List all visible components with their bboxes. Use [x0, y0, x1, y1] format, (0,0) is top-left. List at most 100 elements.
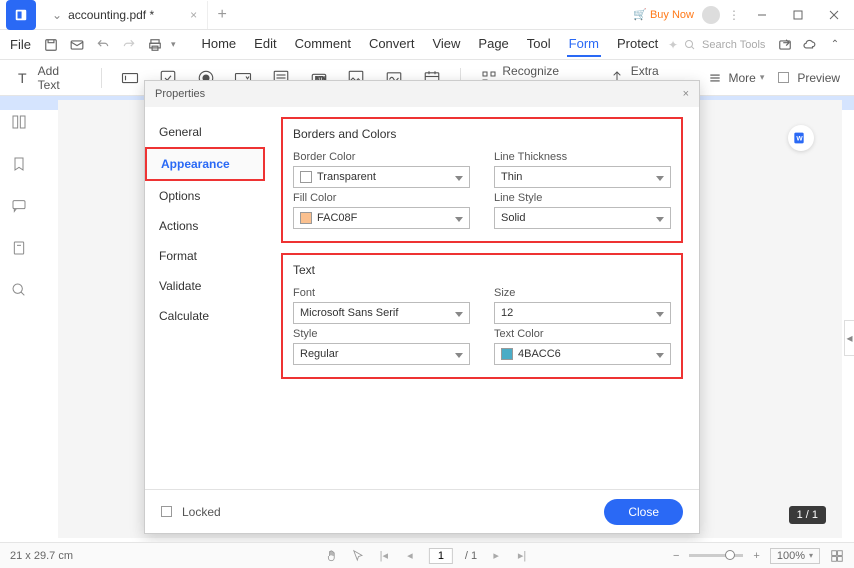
cloud-icon[interactable]: [802, 38, 820, 52]
tab-calculate[interactable]: Calculate: [145, 301, 265, 331]
hand-tool-icon[interactable]: [325, 549, 339, 563]
zoom-percent-select[interactable]: 100% ▾: [770, 548, 820, 564]
menu-page[interactable]: Page: [476, 32, 510, 57]
buy-now-link[interactable]: 🛒 Buy Now: [633, 8, 694, 21]
page-total: / 1: [465, 550, 477, 562]
maximize-button[interactable]: [784, 1, 812, 29]
tab-validate[interactable]: Validate: [145, 271, 265, 301]
tab-format[interactable]: Format: [145, 241, 265, 271]
more-menu-icon[interactable]: ⋮: [728, 8, 740, 22]
new-tab-button[interactable]: +: [208, 6, 236, 24]
menu-home[interactable]: Home: [199, 32, 238, 57]
border-color-select[interactable]: Transparent: [293, 166, 470, 188]
tab-appearance[interactable]: Appearance: [145, 147, 265, 181]
text-icon: T: [14, 68, 34, 88]
tab-options[interactable]: Options: [145, 181, 265, 211]
menu-protect[interactable]: Protect: [615, 32, 660, 57]
user-avatar[interactable]: [702, 6, 720, 24]
more-lines-icon: [705, 68, 725, 88]
save-icon[interactable]: [41, 35, 61, 55]
line-style-label: Line Style: [494, 192, 671, 204]
close-button[interactable]: Close: [604, 499, 683, 525]
menu-tool[interactable]: Tool: [525, 32, 553, 57]
first-page-icon[interactable]: |◂: [377, 549, 391, 562]
border-color-label: Border Color: [293, 151, 470, 163]
menu-convert[interactable]: Convert: [367, 32, 417, 57]
minimize-button[interactable]: [748, 1, 776, 29]
search-panel-icon[interactable]: [11, 282, 29, 300]
redo-icon[interactable]: [119, 35, 139, 55]
tab-general[interactable]: General: [145, 117, 265, 147]
prev-page-icon[interactable]: ◂: [403, 549, 417, 562]
line-style-select[interactable]: Solid: [494, 207, 671, 229]
zoom-out-icon[interactable]: −: [673, 550, 679, 562]
menu-form[interactable]: Form: [567, 32, 601, 57]
mail-icon[interactable]: [67, 35, 87, 55]
border-color-swatch: [300, 171, 312, 183]
menu-comment[interactable]: Comment: [293, 32, 353, 57]
tab-close-icon[interactable]: ×: [190, 8, 197, 22]
search-icon[interactable]: [684, 39, 696, 51]
zoom-in-icon[interactable]: +: [753, 550, 759, 562]
text-color-label: Text Color: [494, 328, 671, 340]
panel-title: Properties: [155, 88, 205, 100]
fit-page-icon[interactable]: [830, 549, 844, 563]
borders-colors-group: Borders and Colors Border Color Transpar…: [281, 117, 683, 243]
menu-edit[interactable]: Edit: [252, 32, 278, 57]
style-label: Style: [293, 328, 470, 340]
style-select[interactable]: Regular: [293, 343, 470, 365]
font-select[interactable]: Microsoft Sans Serif: [293, 302, 470, 324]
line-thickness-label: Line Thickness: [494, 151, 671, 163]
page-number-input[interactable]: [429, 548, 453, 564]
locked-toggle[interactable]: Locked: [161, 505, 221, 519]
attachment-icon[interactable]: [11, 240, 29, 258]
print-icon[interactable]: [145, 35, 165, 55]
preview-toggle[interactable]: Preview: [778, 71, 840, 85]
font-label: Font: [293, 287, 470, 299]
search-input-placeholder[interactable]: Search Tools: [702, 39, 772, 51]
file-menu[interactable]: File: [10, 37, 31, 52]
bookmark-icon[interactable]: [11, 156, 29, 174]
toolbar-divider: [101, 68, 102, 88]
comment-icon[interactable]: [11, 198, 29, 216]
thumbnails-icon[interactable]: [11, 114, 29, 132]
properties-panel: Properties × General Appearance Options …: [144, 80, 700, 534]
chevron-down-icon: ▾: [809, 551, 813, 560]
wand-icon[interactable]: ✦: [668, 38, 678, 52]
word-export-badge[interactable]: W: [788, 125, 814, 151]
cart-icon: 🛒: [633, 8, 647, 21]
zoom-slider[interactable]: [689, 554, 743, 557]
svg-text:T: T: [18, 70, 27, 86]
expand-right-panel-icon[interactable]: ◂: [844, 320, 854, 356]
print-dropdown-icon[interactable]: ▾: [171, 39, 176, 50]
undo-icon[interactable]: [93, 35, 113, 55]
add-text-button[interactable]: T Add Text: [14, 64, 83, 92]
text-color-select[interactable]: 4BACC6: [494, 343, 671, 365]
chevron-down-icon: ▾: [760, 72, 765, 83]
fill-color-label: Fill Color: [293, 192, 470, 204]
document-tab[interactable]: ⌄ accounting.pdf * ×: [42, 1, 208, 29]
svg-text:W: W: [796, 136, 803, 143]
panel-close-icon[interactable]: ×: [683, 88, 689, 100]
line-thickness-select[interactable]: Thin: [494, 166, 671, 188]
page-count-pill: 1 / 1: [789, 506, 826, 524]
select-tool-icon[interactable]: [351, 549, 365, 563]
tab-title: accounting.pdf *: [68, 8, 154, 22]
preview-checkbox[interactable]: [778, 72, 789, 83]
textfield-icon[interactable]: [120, 68, 140, 88]
tab-actions[interactable]: Actions: [145, 211, 265, 241]
saved-icon: ⌄: [52, 8, 62, 22]
group-title-borders: Borders and Colors: [293, 127, 671, 141]
menu-view[interactable]: View: [430, 32, 462, 57]
more-button[interactable]: More ▾: [705, 68, 765, 88]
size-label: Size: [494, 287, 671, 299]
close-window-button[interactable]: [820, 1, 848, 29]
next-page-icon[interactable]: ▸: [489, 549, 503, 562]
last-page-icon[interactable]: ▸|: [515, 549, 529, 562]
locked-checkbox[interactable]: [161, 506, 172, 517]
share-icon[interactable]: [778, 38, 796, 52]
collapse-ribbon-icon[interactable]: ⌃: [826, 39, 844, 50]
size-select[interactable]: 12: [494, 302, 671, 324]
fill-color-select[interactable]: FAC08F: [293, 207, 470, 229]
text-group: Text Font Microsoft Sans Serif Size 12: [281, 253, 683, 379]
